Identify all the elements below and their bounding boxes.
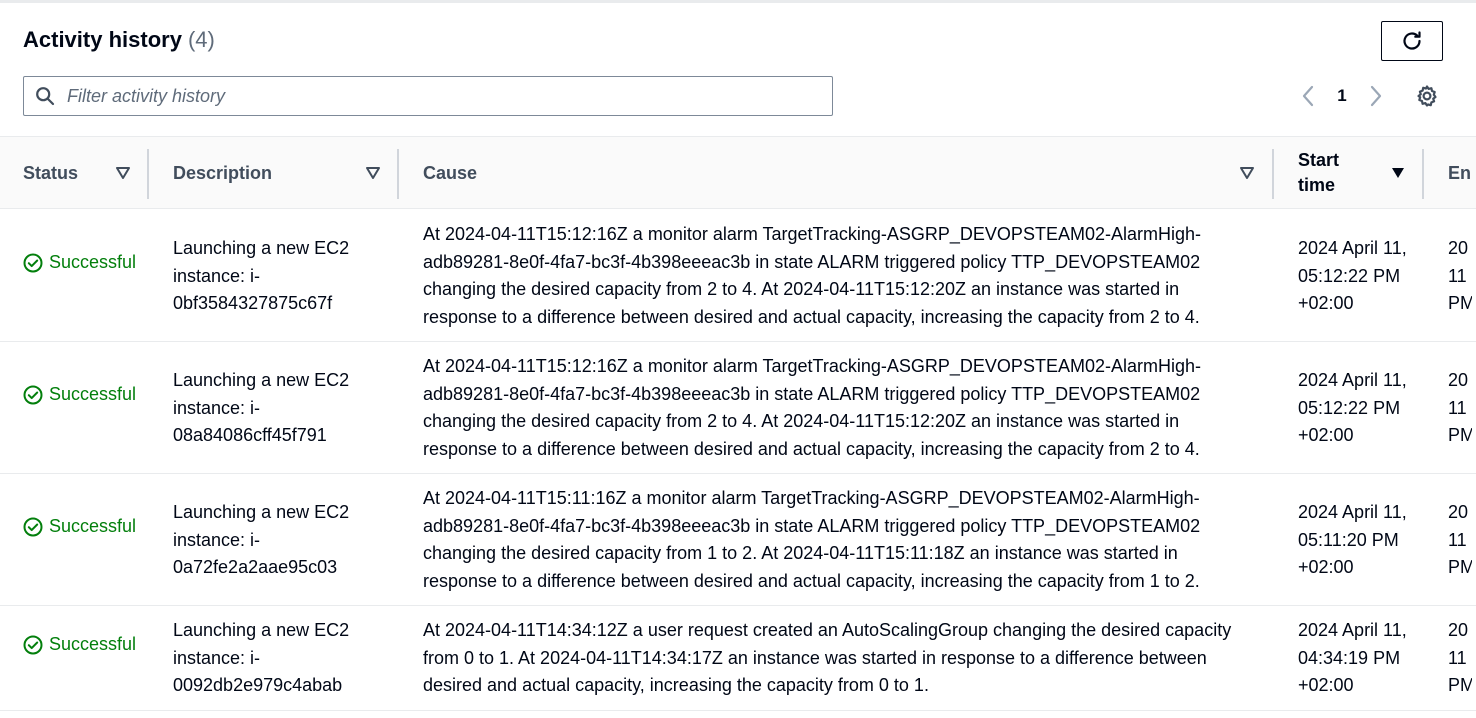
check-circle-icon [23,253,43,273]
refresh-button[interactable] [1381,21,1443,61]
table-row: Successful Launching a new EC2 instance:… [0,606,1476,711]
status-text: Successful [49,252,137,272]
cause-cell: At 2024-04-11T15:12:16Z a monitor alarm … [423,224,1201,327]
column-label-start-time: Start time [1298,150,1340,195]
start-time-cell: 2024 April 11, 05:12:22 PM +02:00 [1298,238,1407,313]
table-row: Successful Launching a new EC2 instance:… [0,474,1476,606]
search-icon [35,86,55,106]
end-time-cell: 20 11 PM [1448,502,1472,577]
table-header: Status Description Cause Start time En [0,136,1476,209]
status-cell: Successful [23,381,145,409]
cause-cell: At 2024-04-11T15:12:16Z a monitor alarm … [423,356,1201,459]
column-divider[interactable] [1272,149,1274,199]
chevron-right-icon [1369,85,1383,107]
table-settings-button[interactable] [1413,82,1441,110]
column-header-start-time[interactable]: Start time [1298,137,1422,209]
previous-page-button[interactable] [1296,82,1320,110]
filter-input[interactable] [65,77,832,115]
column-header-description[interactable]: Description [173,137,397,209]
table-row: Successful Launching a new EC2 instance:… [0,342,1476,474]
status-text: Successful [49,634,137,654]
column-label-description: Description [173,162,273,183]
panel-top-border [0,0,1476,3]
refresh-icon [1400,29,1424,53]
caret-down-icon[interactable] [1390,166,1406,180]
title-text: Activity history [23,27,182,52]
start-time-cell: 2024 April 11, 04:34:19 PM +02:00 [1298,620,1407,695]
table-row: Successful Launching a new EC2 instance:… [0,209,1476,342]
caret-down-icon[interactable] [115,166,131,180]
status-cell: Successful [23,631,145,659]
start-time-cell: 2024 April 11, 05:11:20 PM +02:00 [1298,502,1407,577]
caret-down-icon[interactable] [365,166,381,180]
next-page-button[interactable] [1364,82,1388,110]
column-divider[interactable] [1422,149,1424,199]
check-circle-icon [23,635,43,655]
cause-cell: At 2024-04-11T14:34:12Z a user request c… [423,620,1232,695]
column-label-end-time: En [1448,162,1472,183]
end-time-cell: 20 11 PM [1448,238,1472,313]
column-label-cause: Cause [423,162,478,183]
caret-down-icon[interactable] [1239,166,1255,180]
status-cell: Successful [23,249,145,277]
column-divider[interactable] [397,149,399,199]
status-text: Successful [49,516,137,536]
gear-icon [1415,84,1439,108]
cause-cell: At 2024-04-11T15:11:16Z a monitor alarm … [423,488,1201,591]
page-title: Activity history (4) [23,27,215,53]
description-cell: Launching a new EC2 instance: i-0a72fe2a… [173,502,350,577]
filter-field[interactable] [23,76,833,116]
end-time-cell: 20 11 PM [1448,370,1472,445]
start-time-cell: 2024 April 11, 05:12:22 PM +02:00 [1298,370,1407,445]
description-cell: Launching a new EC2 instance: i-08a84086… [173,370,350,445]
end-time-cell: 20 11 PM [1448,620,1472,695]
current-page-number[interactable]: 1 [1320,86,1364,106]
chevron-left-icon [1301,85,1315,107]
check-circle-icon [23,385,43,405]
title-count: (4) [187,27,215,52]
column-header-status[interactable]: Status [23,137,147,209]
pagination: 1 [1296,82,1388,110]
column-divider[interactable] [147,149,149,199]
description-cell: Launching a new EC2 instance: i-0092db2e… [173,620,350,695]
column-header-cause[interactable]: Cause [423,137,1272,209]
column-label-status: Status [23,162,79,183]
status-text: Successful [49,384,137,404]
status-cell: Successful [23,513,145,541]
check-circle-icon [23,517,43,537]
activity-history-panel: Activity history(4) 1 [0,0,1476,718]
column-header-end-time[interactable]: En [1448,137,1476,209]
description-cell: Launching a new EC2 instance: i-0bf35843… [173,238,350,313]
